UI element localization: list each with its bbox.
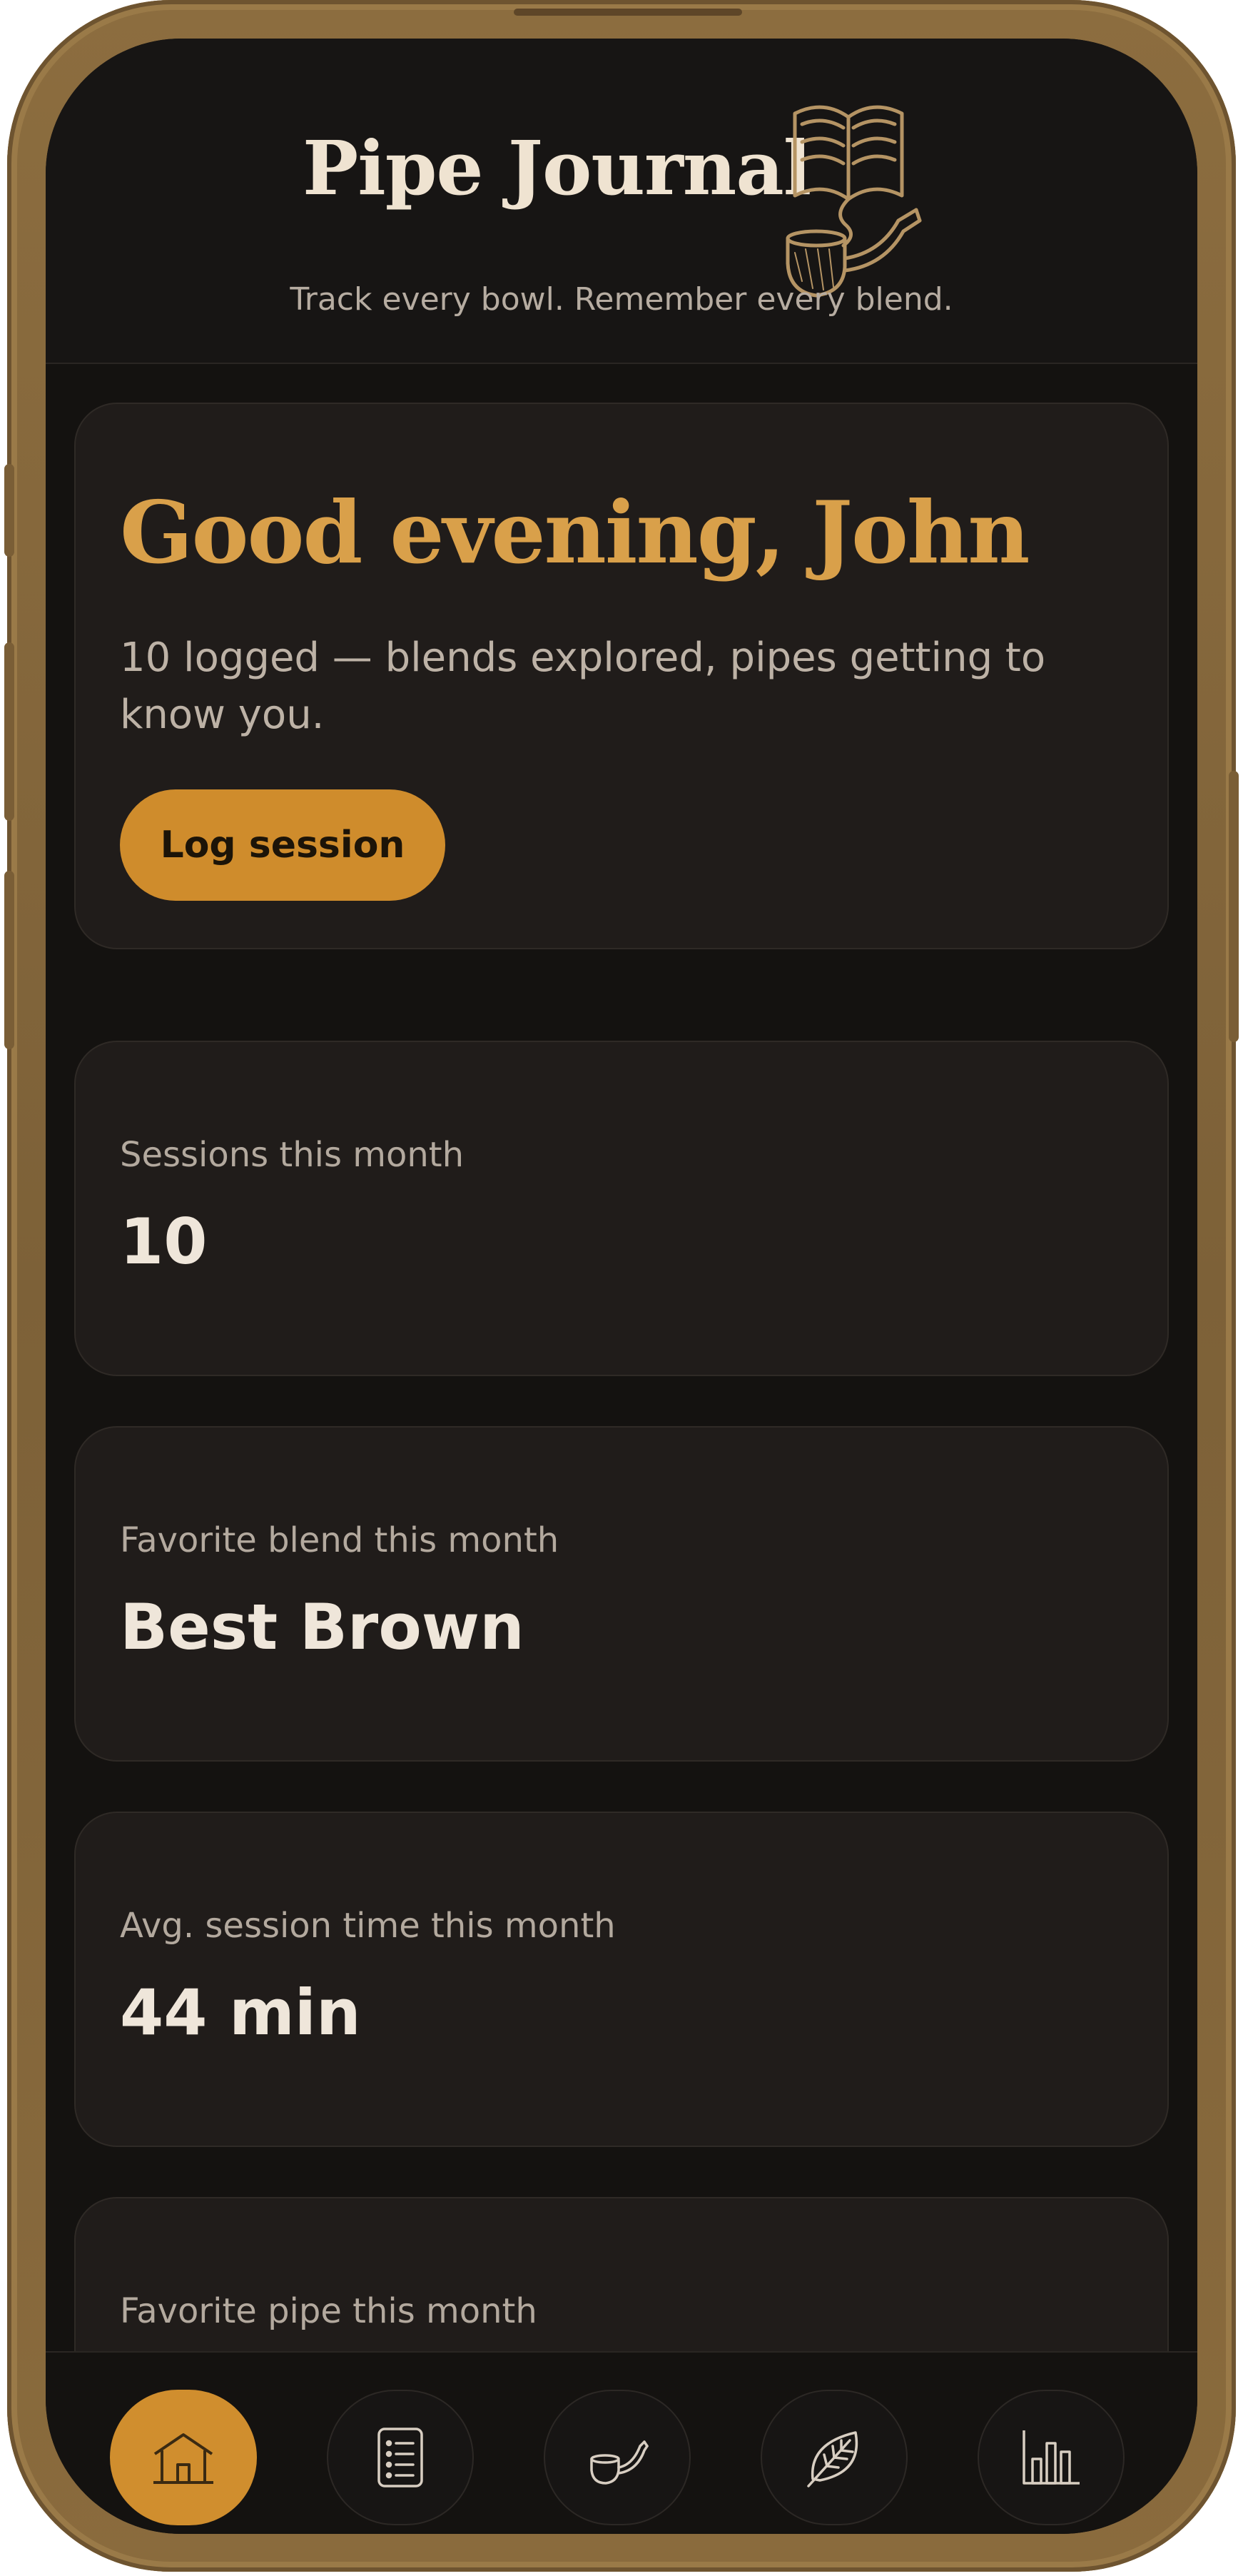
nav-stats-button[interactable] bbox=[978, 2390, 1125, 2525]
stat-card-avg-session-time[interactable]: Avg. session time this month 44 min bbox=[74, 1812, 1169, 2147]
nav-blends-button[interactable] bbox=[761, 2390, 908, 2525]
app-screen: Pipe Journal Track every bowl. Remember … bbox=[46, 39, 1197, 2534]
side-button-mute bbox=[4, 464, 14, 557]
stat-value: 10 bbox=[120, 1205, 208, 1278]
greeting-card: Good evening, John 10 logged — blends ex… bbox=[74, 403, 1169, 949]
speaker-grille bbox=[514, 9, 742, 16]
greeting-summary: 10 logged — blends explored, pipes getti… bbox=[120, 635, 1046, 738]
stat-label: Favorite pipe this month bbox=[120, 2291, 537, 2331]
list-icon bbox=[377, 2428, 423, 2487]
stat-label: Avg. session time this month bbox=[120, 1906, 616, 1946]
pipe-icon bbox=[590, 2440, 649, 2485]
greeting-heading: Good evening, John bbox=[120, 483, 1030, 583]
app-header: Pipe Journal Track every bowl. Remember … bbox=[46, 39, 1197, 364]
app-subtitle: Track every bowl. Remember every blend. bbox=[290, 281, 953, 318]
nav-log-list-button[interactable] bbox=[327, 2390, 474, 2525]
nav-pipes-button[interactable] bbox=[544, 2390, 691, 2525]
stat-label: Favorite blend this month bbox=[120, 1520, 559, 1560]
side-button-power bbox=[1229, 771, 1239, 1042]
app-title: Pipe Journal bbox=[303, 124, 811, 212]
home-icon bbox=[153, 2433, 213, 2484]
side-button-volume-up bbox=[4, 642, 14, 821]
bar-chart-icon bbox=[1023, 2430, 1080, 2485]
stat-label: Sessions this month bbox=[120, 1135, 465, 1175]
stat-value: Best Brown bbox=[120, 1590, 524, 1664]
stat-card-sessions[interactable]: Sessions this month 10 bbox=[74, 1041, 1169, 1376]
log-session-button[interactable]: Log session bbox=[120, 789, 445, 901]
leaf-icon bbox=[807, 2431, 858, 2487]
stat-value: 44 min bbox=[120, 1976, 361, 2049]
stat-card-favorite-blend[interactable]: Favorite blend this month Best Brown bbox=[74, 1426, 1169, 1762]
bottom-nav bbox=[46, 2351, 1197, 2534]
book-and-pipe-icon bbox=[773, 74, 923, 303]
side-button-volume-down bbox=[4, 871, 14, 1049]
nav-home-button[interactable] bbox=[110, 2390, 257, 2525]
